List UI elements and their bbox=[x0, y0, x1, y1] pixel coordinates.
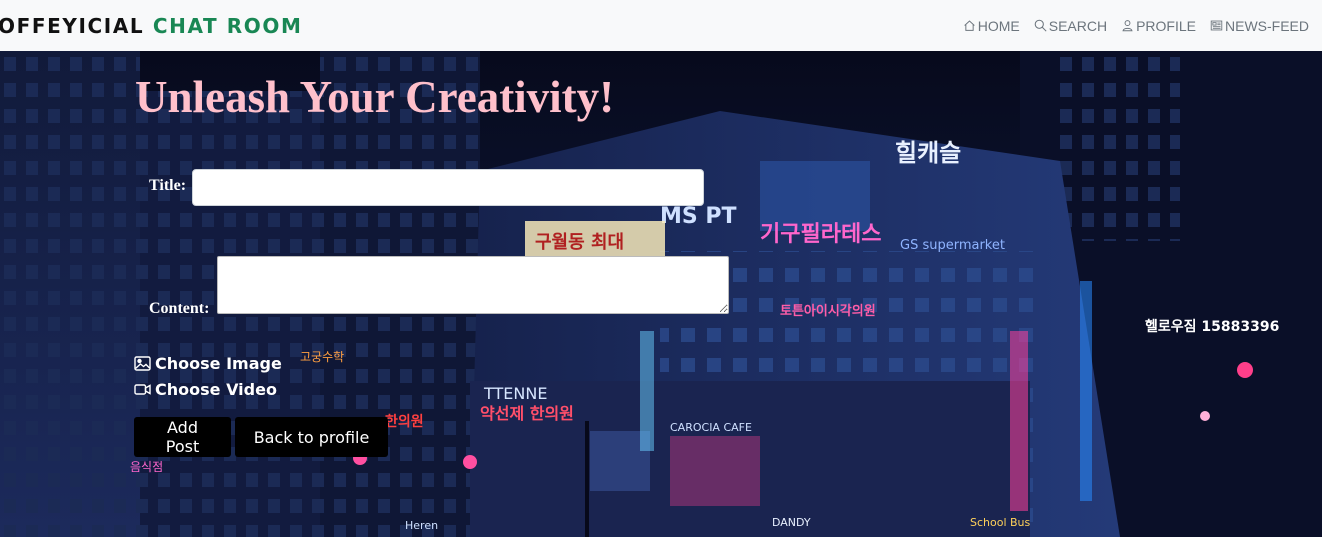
nav-links: HOME SEARCH PROFILE NEWS-FEED bbox=[956, 18, 1316, 34]
brand-primary: OFFEYICIAL bbox=[0, 13, 145, 38]
brand-accent: CHAT ROOM bbox=[152, 13, 303, 38]
image-icon bbox=[134, 356, 151, 371]
nav-search-label: SEARCH bbox=[1048, 17, 1108, 34]
choose-image-button[interactable]: Choose Image bbox=[134, 354, 282, 373]
nav-news-feed-label: NEWS-FEED bbox=[1225, 17, 1309, 34]
person-icon bbox=[1122, 20, 1133, 32]
title-label: Title: bbox=[149, 177, 187, 194]
nav-home[interactable]: HOME bbox=[956, 18, 1027, 34]
navbar: OFFEYICIAL CHAT ROOM HOME SEARCH PROFILE bbox=[0, 0, 1322, 51]
add-post-button[interactable]: Add Post bbox=[134, 417, 231, 457]
search-icon bbox=[1034, 19, 1047, 32]
content-label: Content: bbox=[149, 300, 210, 317]
page-heading: Unleash Your Creativity! bbox=[135, 72, 615, 122]
video-camera-icon bbox=[134, 384, 151, 395]
nav-news-feed[interactable]: NEWS-FEED bbox=[1203, 18, 1316, 34]
nav-profile-label: PROFILE bbox=[1136, 17, 1196, 34]
back-to-profile-button[interactable]: Back to profile bbox=[235, 417, 388, 457]
choose-video-button[interactable]: Choose Video bbox=[134, 380, 277, 399]
nav-search[interactable]: SEARCH bbox=[1027, 18, 1114, 34]
choose-image-label: Choose Image bbox=[155, 354, 282, 373]
content-textarea[interactable] bbox=[217, 256, 729, 314]
title-input[interactable] bbox=[192, 169, 704, 206]
choose-video-label: Choose Video bbox=[155, 380, 277, 399]
brand-logo[interactable]: OFFEYICIAL CHAT ROOM bbox=[0, 14, 303, 38]
nav-home-label: HOME bbox=[977, 17, 1020, 34]
house-icon bbox=[964, 20, 975, 31]
newspaper-icon bbox=[1210, 20, 1223, 31]
create-post-form: Unleash Your Creativity! Title: Content:… bbox=[0, 51, 1322, 537]
nav-profile[interactable]: PROFILE bbox=[1114, 18, 1203, 34]
